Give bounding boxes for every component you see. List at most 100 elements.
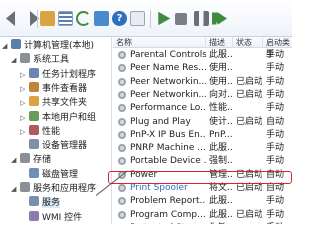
tree-item[interactable]: ◢ 服务和应用程序 — [11, 182, 96, 195]
service-row[interactable]: PNRP Machine ... 此服... 手动 — [113, 142, 292, 154]
navigation-tree: ◢ 计算机管理(本地) ◢ 系统工具 ▷ 任务计划程序 ▷ 事件查看器 ▷ 共享文件夹 ▷ 本地用户和… — [0, 37, 112, 224]
service-startup-type: 手动 — [266, 76, 285, 87]
service-status — [236, 62, 262, 74]
service-gear-icon — [118, 90, 126, 99]
restart-icon[interactable] — [212, 12, 227, 25]
toolbar: ? — [0, 0, 292, 37]
service-gear-icon — [118, 51, 126, 59]
node-icon — [20, 153, 30, 164]
service-description: PnP... — [209, 129, 233, 140]
service-row[interactable]: Parental Controls 此服... 手动 — [113, 49, 292, 61]
tree-item[interactable]: ◢ 系统工具 — [11, 53, 69, 66]
node-icon — [29, 124, 39, 135]
tree-item[interactable]: ▷ 本地用户和组 — [20, 110, 96, 125]
service-row[interactable]: Plug and Play 使计... 已启动 自动 — [113, 116, 292, 128]
back-icon[interactable] — [6, 11, 15, 26]
service-gear-icon — [118, 130, 126, 139]
tree-item[interactable]: ▷ 性能 — [20, 124, 61, 139]
pause-icon[interactable] — [194, 11, 209, 26]
service-row[interactable]: Performance Lo... 性能... 手动 — [113, 102, 292, 114]
service-description: 此服... — [209, 209, 233, 220]
service-startup-type: 手动 — [266, 63, 285, 74]
tree-item[interactable]: ▷ 共享文件夹 — [20, 96, 87, 109]
service-startup-type: 手动 — [266, 196, 285, 207]
node-icon — [29, 167, 39, 178]
service-startup-type: 手动 — [266, 129, 285, 140]
service-status — [236, 129, 262, 141]
tree-item-label: 服务和应用程序 — [33, 184, 97, 194]
service-row[interactable]: PnP-X IP Bus En... PnP... 手动 — [113, 129, 292, 141]
expand-icon[interactable]: ▷ — [20, 69, 27, 82]
tree-item-label: WMI 控件 — [42, 212, 83, 223]
help-icon[interactable]: ? — [112, 11, 127, 26]
expand-icon[interactable]: ◢ — [2, 40, 9, 53]
service-gear-icon — [118, 64, 126, 73]
service-description: 此服... — [209, 143, 233, 154]
node-icon — [29, 110, 39, 121]
expand-icon[interactable]: ◢ — [11, 183, 18, 196]
service-name: Protected Storage — [130, 222, 206, 224]
toolbar-separator — [37, 10, 38, 28]
expand-icon[interactable]: ▷ — [20, 83, 27, 96]
tree-item[interactable]: ▷ 事件查看器 — [20, 81, 87, 96]
node-icon — [29, 96, 39, 107]
service-status — [236, 142, 262, 154]
service-row[interactable]: Peer Networkin... 向对... 已启动 手动 — [113, 89, 292, 101]
tree-item[interactable]: ▷ 任务计划程序 — [20, 67, 96, 82]
expand-icon[interactable]: ▷ — [20, 97, 27, 110]
list-icon[interactable] — [58, 11, 73, 26]
service-status — [236, 155, 262, 167]
tree-item[interactable]: ◢ 存储 — [11, 153, 51, 166]
tree-item[interactable]: 设备管理器 — [20, 139, 87, 152]
column-header-status[interactable]: 状态 — [233, 37, 263, 48]
play-icon[interactable] — [158, 11, 171, 26]
tree-item-label: 共享文件夹 — [42, 98, 88, 109]
expand-icon[interactable]: ◢ — [11, 54, 18, 67]
node-icon — [29, 139, 39, 150]
service-row[interactable]: Protected Storage为敏... 手动 — [113, 222, 292, 224]
service-name: Peer Networkin... — [130, 76, 206, 87]
service-description: 此服... — [209, 196, 233, 207]
service-row[interactable]: Peer Networkin... 使用... 已启动 手动 — [113, 76, 292, 88]
refresh-icon[interactable] — [76, 11, 91, 26]
tree-item-label: 存储 — [33, 155, 52, 166]
node-icon — [29, 81, 39, 92]
tree-item-label: 性能 — [42, 126, 61, 137]
export-icon[interactable] — [94, 11, 109, 26]
service-description: 性能... — [209, 103, 233, 114]
tree-item[interactable]: 磁盘管理 — [20, 167, 79, 181]
service-startup-type: 手动 — [266, 89, 285, 100]
folder-icon[interactable] — [40, 11, 55, 26]
tree-item[interactable]: ◢ 计算机管理(本地) — [2, 39, 94, 52]
service-row[interactable]: Peer Name Res... 使用... 手动 — [113, 62, 292, 74]
tree-item-label: 磁盘管理 — [42, 169, 79, 180]
service-startup-type: 手动 — [266, 143, 285, 154]
column-header-description[interactable]: 描述 — [206, 37, 233, 48]
stop-icon[interactable] — [175, 13, 187, 25]
expand-icon[interactable]: ▷ — [20, 112, 27, 125]
service-status — [236, 102, 262, 114]
service-description: 使用... — [209, 63, 233, 74]
service-description: 此服... — [209, 50, 233, 60]
service-status: 已启动 — [236, 209, 262, 220]
tree-item[interactable]: WMI 控件 — [20, 210, 83, 224]
service-row[interactable]: Program Comp... 此服... 已启动 手动 — [113, 209, 292, 221]
expand-icon[interactable]: ◢ — [11, 154, 18, 167]
column-header-startup-type[interactable]: 启动类型 — [263, 37, 292, 58]
column-header-name[interactable]: 名称 — [113, 37, 206, 48]
service-row[interactable]: Problem Report... 此服... 手动 — [113, 195, 292, 207]
expand-icon[interactable]: ▷ — [20, 126, 27, 139]
service-gear-icon — [118, 104, 126, 113]
service-row[interactable]: Portable Device ... 强制... 手动 — [113, 155, 292, 167]
service-startup-type: 手动 — [266, 103, 285, 114]
tree-item[interactable]: 服务 — [20, 196, 61, 209]
service-name: Peer Networkin... — [130, 89, 206, 100]
service-name: Program Comp... — [130, 209, 206, 220]
properties-icon[interactable] — [130, 11, 145, 26]
service-startup-type: 手动 — [266, 209, 285, 220]
service-status — [236, 222, 262, 224]
service-name: PNRP Machine ... — [130, 143, 206, 154]
service-name: Problem Report... — [130, 196, 206, 207]
list-header: 名称 描述 状态 启动类型 — [113, 37, 292, 58]
service-startup-type: 手动 — [266, 50, 285, 60]
